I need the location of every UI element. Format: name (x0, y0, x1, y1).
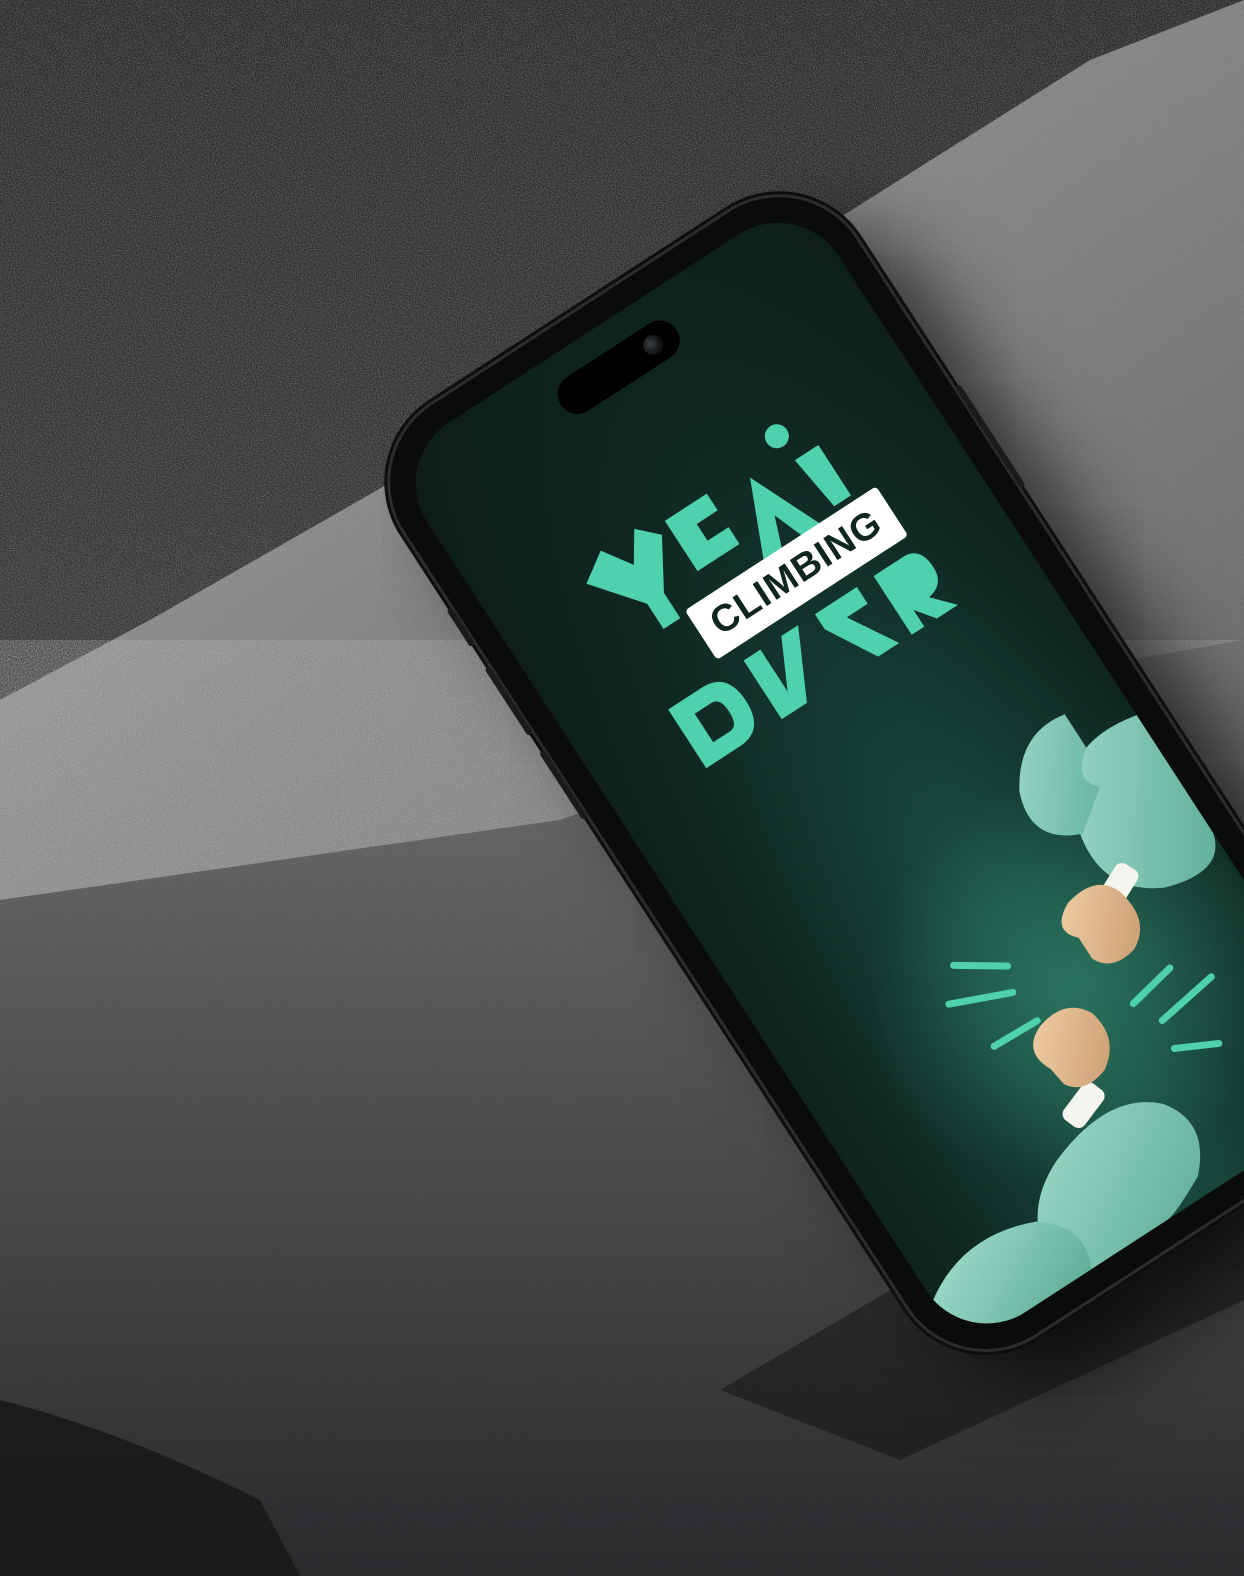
camera-icon (639, 331, 667, 359)
dynamic-island (549, 312, 688, 422)
mockup-scene: CLIMBING (0, 0, 1244, 1576)
app-logo: CLIMBING (520, 359, 996, 823)
